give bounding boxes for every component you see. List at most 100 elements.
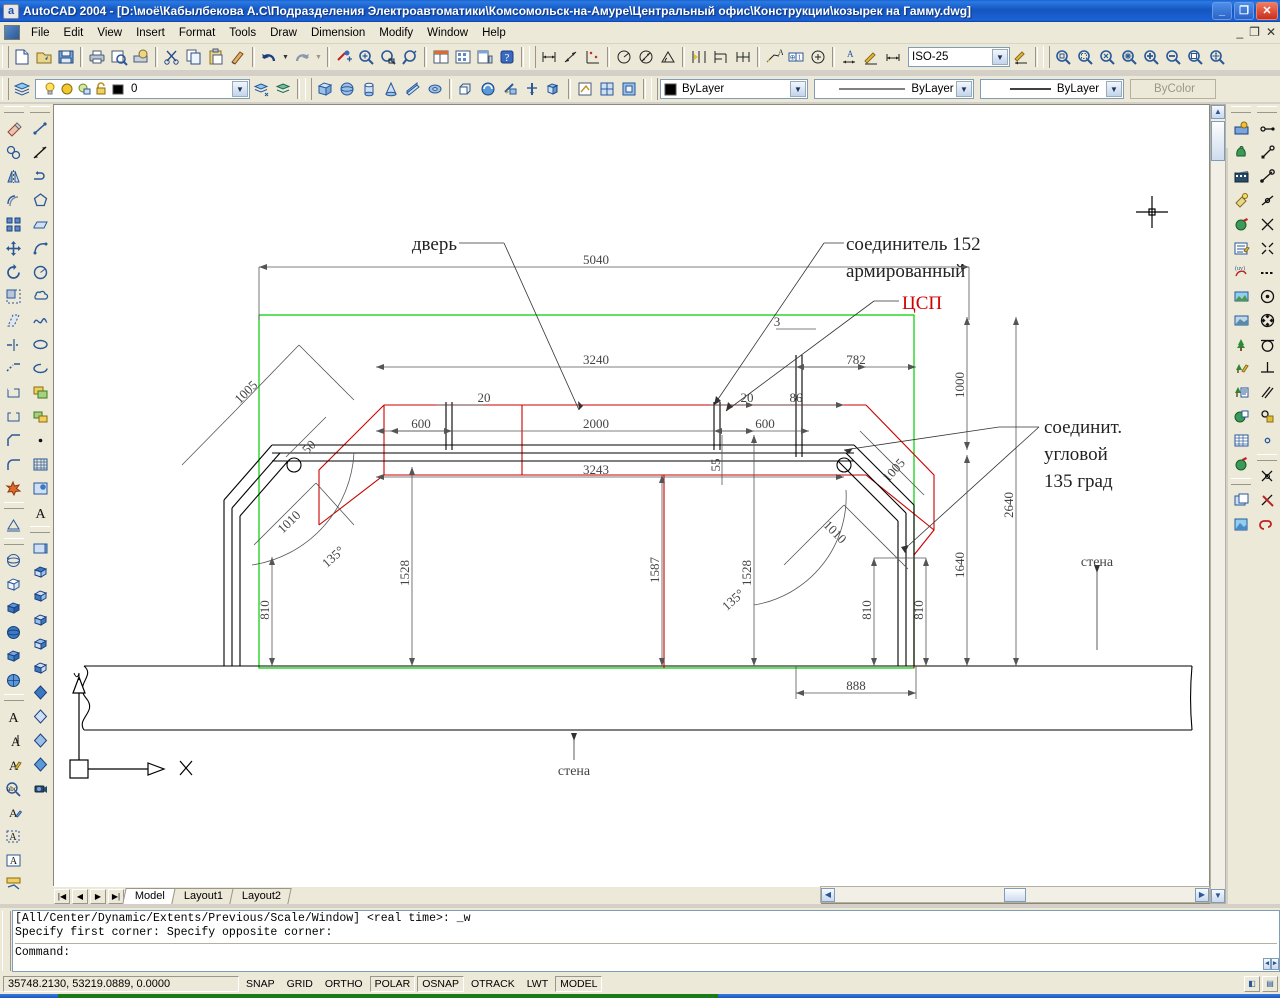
cut-icon[interactable]: [161, 46, 183, 68]
snap-endpoint-icon[interactable]: [1255, 164, 1279, 188]
zoom-scale-icon[interactable]: [1096, 46, 1118, 68]
move-icon[interactable]: [2, 236, 26, 260]
dim-style-combo[interactable]: ISO-25 ▼: [908, 47, 1010, 67]
zoom-realtime-icon[interactable]: [355, 46, 377, 68]
qleader-icon[interactable]: A: [763, 46, 785, 68]
render-toolbar-grip-2[interactable]: [1231, 478, 1251, 485]
circle-icon[interactable]: [28, 260, 52, 284]
doc-minimize-button[interactable]: _: [1236, 25, 1243, 39]
menu-edit[interactable]: Edit: [57, 25, 91, 41]
lights-icon[interactable]: [1229, 188, 1253, 212]
lineweight-combo[interactable]: ByLayer ▼: [980, 79, 1124, 99]
se-iso-icon[interactable]: [28, 704, 52, 728]
zoom-window-icon[interactable]: [377, 46, 399, 68]
wedge-solid-icon[interactable]: [2, 596, 26, 620]
undo-dropdown-icon[interactable]: ▼: [280, 46, 291, 68]
section-icon[interactable]: [521, 78, 543, 100]
aligned-dim-icon[interactable]: [560, 46, 582, 68]
zoom-center-icon[interactable]: [1118, 46, 1140, 68]
materials-icon[interactable]: [1229, 212, 1253, 236]
open-icon[interactable]: [33, 46, 55, 68]
status-toggle-lwt[interactable]: LWT: [522, 976, 553, 992]
landscape-new-icon[interactable]: [1229, 332, 1253, 356]
setup-view-icon[interactable]: [596, 78, 618, 100]
doc-close-button[interactable]: ✕: [1266, 25, 1276, 39]
designcenter-icon[interactable]: [452, 46, 474, 68]
horizontal-scrollbar[interactable]: ◀ ▶: [820, 886, 1210, 903]
make-block-icon[interactable]: [28, 404, 52, 428]
plot-preview-icon[interactable]: [108, 46, 130, 68]
point-icon[interactable]: [28, 428, 52, 452]
mapping-icon[interactable]: (uv): [1229, 260, 1253, 284]
menu-dimension[interactable]: Dimension: [304, 25, 372, 41]
menu-draw[interactable]: Draw: [263, 25, 304, 41]
first-tab-icon[interactable]: |◀: [54, 889, 70, 904]
dimension-toolbar-grip[interactable]: [529, 46, 536, 68]
zoom-out-icon[interactable]: [1162, 46, 1184, 68]
chamfer-icon[interactable]: [2, 428, 26, 452]
text-toolbar-grip[interactable]: [4, 694, 24, 701]
zoom-window-icon-2[interactable]: [1052, 46, 1074, 68]
next-tab-icon[interactable]: ▶: [90, 889, 106, 904]
vertical-scroll-thumb[interactable]: [1211, 121, 1225, 161]
cylinder-icon[interactable]: [358, 78, 380, 100]
ellipse-arc-icon[interactable]: [28, 356, 52, 380]
spell-icon[interactable]: abc: [2, 776, 26, 800]
toolbar-lock-icon[interactable]: ▤: [1262, 976, 1278, 992]
angular-dim-icon[interactable]: [657, 46, 679, 68]
match-properties-icon[interactable]: [227, 46, 249, 68]
plot-icon[interactable]: [86, 46, 108, 68]
bottom-view-icon[interactable]: [28, 584, 52, 608]
layers-toolbar-grip[interactable]: [2, 78, 9, 100]
menu-file[interactable]: File: [24, 25, 57, 41]
coordinate-display[interactable]: 35748.2130, 53219.0889, 0.0000: [3, 976, 239, 992]
scale-icon[interactable]: [2, 284, 26, 308]
linear-dim-icon[interactable]: [538, 46, 560, 68]
revision-cloud-icon[interactable]: [28, 284, 52, 308]
linetype-chevron-down-icon[interactable]: ▼: [956, 81, 972, 97]
zoom-dynamic-icon[interactable]: [1074, 46, 1096, 68]
command-prompt[interactable]: Command:: [15, 946, 1277, 960]
status-toggle-ortho[interactable]: ORTHO: [320, 976, 368, 992]
quick-dim-icon[interactable]: [688, 46, 710, 68]
redo-dropdown-icon[interactable]: ▼: [313, 46, 324, 68]
zoom-previous-icon[interactable]: [399, 46, 421, 68]
snap-quadrant-icon[interactable]: [1255, 308, 1279, 332]
landscape-edit-icon[interactable]: [1229, 356, 1253, 380]
osnap-settings-icon[interactable]: [1255, 512, 1279, 536]
command-scroll-buttons[interactable]: ◀ ▶: [1263, 958, 1279, 971]
snap-extension-icon[interactable]: [1255, 260, 1279, 284]
edit-text-icon[interactable]: A: [2, 752, 26, 776]
cylinder-solid-icon[interactable]: [2, 644, 26, 668]
close-button[interactable]: ✕: [1256, 2, 1278, 20]
setup-profile-icon[interactable]: [618, 78, 640, 100]
radius-dim-icon[interactable]: [613, 46, 635, 68]
array-icon[interactable]: [2, 212, 26, 236]
tab-model[interactable]: Model: [122, 888, 175, 904]
tolerance-icon[interactable]: ⊕ 1: [785, 46, 807, 68]
snap-tangent-icon[interactable]: [1255, 332, 1279, 356]
snap-from-icon[interactable]: [1255, 140, 1279, 164]
front-view-icon[interactable]: [28, 656, 52, 680]
color-combo[interactable]: ByLayer ▼: [660, 79, 808, 99]
properties-toolbar-grip[interactable]: [651, 78, 658, 100]
draw-toolbar-grip-2[interactable]: [30, 526, 50, 533]
menu-help[interactable]: Help: [475, 25, 513, 41]
center-mark-icon[interactable]: [807, 46, 829, 68]
lineweight-chevron-down-icon[interactable]: ▼: [1106, 81, 1122, 97]
extend-icon[interactable]: [2, 356, 26, 380]
minimize-button[interactable]: _: [1212, 2, 1232, 20]
insert-block-icon[interactable]: [28, 380, 52, 404]
zoom-toolbar-grip[interactable]: [1043, 46, 1050, 68]
status-toggle-model[interactable]: MODEL: [555, 976, 602, 992]
copy-icon[interactable]: [183, 46, 205, 68]
zoom-all-icon[interactable]: [1184, 46, 1206, 68]
scroll-left-button[interactable]: ◀: [821, 888, 835, 902]
drawing-canvas[interactable]: 5040 3240 3243 2000 600 600 20 20 86 3 7…: [53, 104, 1210, 904]
gradient-icon[interactable]: [28, 476, 52, 500]
view-named-icon[interactable]: [28, 536, 52, 560]
baseline-dim-icon[interactable]: [710, 46, 732, 68]
status-toggle-osnap[interactable]: OSNAP: [417, 976, 464, 992]
status-toggle-otrack[interactable]: OTRACK: [466, 976, 520, 992]
dim-text-edit-icon[interactable]: [860, 46, 882, 68]
